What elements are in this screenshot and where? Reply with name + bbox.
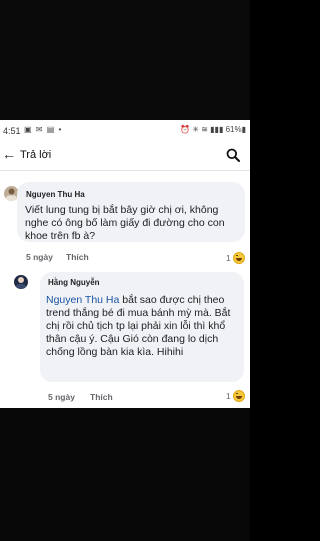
page-title: Trả lời	[20, 149, 52, 161]
comment-author[interactable]: Hằng Nguyễn	[48, 278, 100, 287]
bottom-black-area	[0, 408, 250, 541]
system-status-icons: ⏰ ✳ ≋ ▮▮▮ 61%▮	[180, 125, 246, 134]
reaction-count[interactable]: 1	[226, 391, 231, 401]
like-button[interactable]: Thích	[66, 252, 89, 262]
back-arrow-icon[interactable]: ←	[2, 146, 16, 162]
top-black-area	[0, 0, 250, 120]
notification-icons: ▣ ✉ ▤ •	[24, 125, 63, 134]
status-bar: 4:51 ▣ ✉ ▤ • ⏰ ✳ ≋ ▮▮▮ 61%▮	[0, 120, 250, 138]
comment-time[interactable]: 5 ngày	[26, 252, 53, 262]
mention-link[interactable]: Nguyen Thu Ha	[46, 294, 119, 306]
haha-reaction-icon[interactable]	[233, 390, 245, 402]
comment-text: Viết lung tung bị bắt bây giờ chị ơi, kh…	[25, 204, 225, 242]
like-button[interactable]: Thích	[90, 392, 113, 402]
reaction-count[interactable]: 1	[226, 253, 231, 263]
comment-text: Nguyen Thu Ha bắt sao được chị theo tren…	[46, 294, 240, 359]
comment-author[interactable]: Nguyen Thu Ha	[26, 190, 85, 199]
haha-reaction-icon[interactable]	[233, 252, 245, 264]
phone-screen: 4:51 ▣ ✉ ▤ • ⏰ ✳ ≋ ▮▮▮ 61%▮ ← Trả lời Ng…	[0, 120, 250, 408]
header-bar: ← Trả lời	[0, 142, 250, 171]
comment-time[interactable]: 5 ngày	[48, 392, 75, 402]
avatar-photo-icon	[16, 277, 26, 289]
avatar[interactable]	[14, 275, 28, 289]
status-time: 4:51	[3, 126, 21, 136]
search-icon[interactable]	[226, 148, 240, 162]
